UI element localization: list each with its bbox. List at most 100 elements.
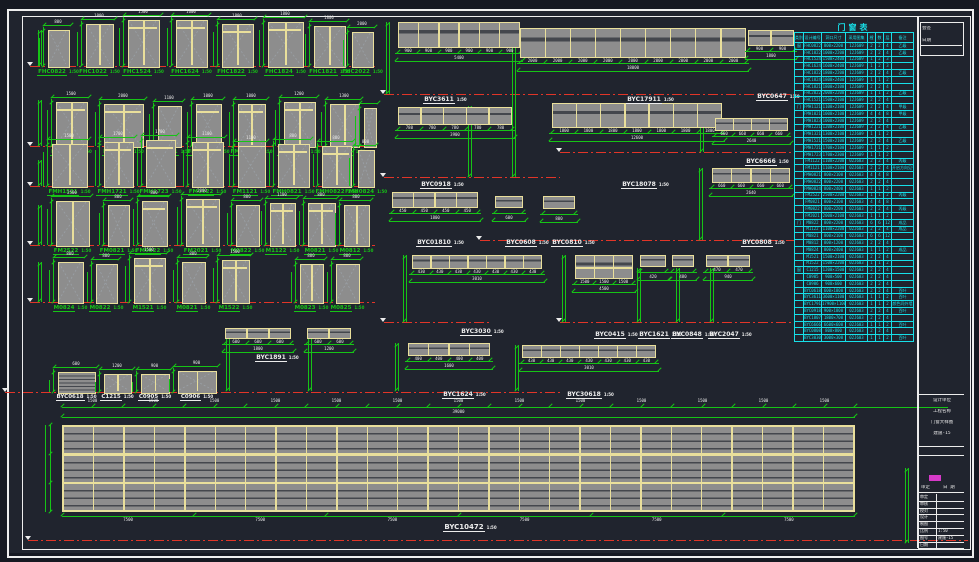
schedule-cell (795, 280, 804, 287)
strip-pane (440, 23, 459, 47)
louver-cell (763, 427, 792, 453)
dim-line-v (313, 154, 314, 186)
louver-grid-elevation (62, 425, 855, 512)
schedule-cell: 1700×2100 (822, 144, 846, 151)
strip-pane (601, 104, 624, 127)
louver-cell (368, 484, 397, 510)
louver-cell (733, 456, 762, 482)
schedule-cell: 3000×300 (822, 335, 846, 342)
transom-bar (271, 210, 293, 212)
mullion (155, 375, 157, 391)
dim-line-v (51, 198, 52, 245)
dim-text: 2000 (675, 59, 691, 63)
louver-cell (733, 484, 762, 510)
dim-text: 430 (488, 270, 504, 274)
dim-text: 430 (600, 359, 616, 363)
schedule-cell: 1300×2100 (822, 131, 846, 138)
schedule-cell: 12J609 (846, 151, 868, 158)
strip-pane (707, 256, 727, 266)
dim-line-v (347, 29, 348, 66)
strip-pane (399, 23, 418, 47)
bottom-elevation-code: BYC10472 (443, 523, 484, 532)
schedule-cell: 1 (868, 260, 876, 267)
dim-text: 800 (326, 136, 346, 140)
strip-pane (599, 346, 617, 357)
louver-cell (824, 456, 853, 482)
dim-line-v (39, 38, 40, 66)
strip-pane (722, 29, 746, 57)
schedule-cell: 4 (884, 240, 892, 247)
dim-line-v (119, 28, 120, 66)
dim-text: 1800 (556, 129, 572, 133)
big-dim-total-top (62, 417, 855, 418)
schedule-cell: 1200×2100 (822, 124, 846, 131)
schedule-cell: 3 (884, 56, 892, 63)
title-block-col-line (936, 521, 937, 528)
louver-cell (64, 484, 93, 510)
dim-total (395, 61, 523, 62)
schedule-cell: 丙级 (892, 206, 914, 213)
dim-text: 400 (410, 357, 426, 361)
schedule-cell: 2 (868, 49, 876, 56)
louver-cell (368, 456, 397, 482)
strip-pane (637, 346, 655, 357)
transom-bar (105, 149, 131, 151)
schedule-cell: 800×2200 (822, 178, 846, 185)
dim-chain (572, 284, 636, 285)
dim-text: 900 (187, 361, 207, 365)
dim-text: 1500 (596, 280, 612, 284)
louver-cell (64, 456, 93, 482)
dim-text: 1800 (580, 129, 596, 133)
dim-line-v (183, 150, 184, 186)
schedule-cell: 乙级 (892, 138, 914, 145)
dim-line-v (263, 19, 264, 66)
strip-pane (429, 344, 448, 355)
schedule-cell: 800×2200 (822, 43, 846, 50)
dim-post (905, 468, 906, 543)
louver-cell (186, 427, 215, 453)
elevation-mark (27, 182, 33, 186)
louver-cell (338, 484, 367, 510)
dim-line-v (353, 147, 354, 186)
schedule-cell: 1 (868, 56, 876, 63)
dim-text: 7500 (382, 518, 402, 522)
dim-text: 18000 (621, 66, 645, 70)
dim-post (713, 268, 714, 322)
schedule-cell: C0906 (804, 280, 822, 287)
dim-text: 600 (310, 340, 326, 344)
dim-total (395, 138, 515, 139)
schedule-cell: 2 (884, 185, 892, 192)
dim-line-h (263, 17, 305, 18)
dim-text: 900 (421, 49, 437, 53)
dim-line-v (123, 17, 124, 66)
schedule-cell (795, 151, 804, 158)
schedule-cell: 窗 (795, 267, 804, 274)
louver-cell (611, 427, 640, 453)
schedule-cell: 12J609 (846, 131, 868, 138)
schedule-cell: 02J603 (846, 172, 868, 179)
dim-text: 900 (775, 47, 791, 51)
schedule-cell: 02J603 (846, 294, 868, 301)
dim-line-h (331, 259, 361, 260)
strip-pane (523, 346, 541, 357)
louver-cell (216, 456, 245, 482)
dim-line-h (339, 200, 371, 201)
schedule-cell: FHC1524 (804, 56, 822, 63)
dim-line-h (273, 139, 311, 140)
schedule-cell: 1100×2100 (822, 165, 846, 172)
dim-line-h (81, 19, 115, 20)
schedule-cell: 1 (876, 246, 884, 253)
schedule-cell: 4 (876, 172, 884, 179)
dim-text: 7500 (118, 518, 138, 522)
schedule-header-cell: 类别 (795, 33, 804, 43)
louver-cell (459, 456, 488, 482)
schedule-cell: 2 (876, 43, 884, 50)
dim-line-v (181, 196, 182, 245)
dim-line-v (343, 40, 344, 66)
schedule-cell: FM2522 (804, 192, 822, 199)
schedule-cell: 6 (876, 233, 884, 240)
louver-cell (429, 484, 458, 510)
schedule-cell: 4 (884, 158, 892, 165)
schedule-cell: 17900×1100 (822, 301, 846, 308)
dim-text: 430 (413, 270, 429, 274)
